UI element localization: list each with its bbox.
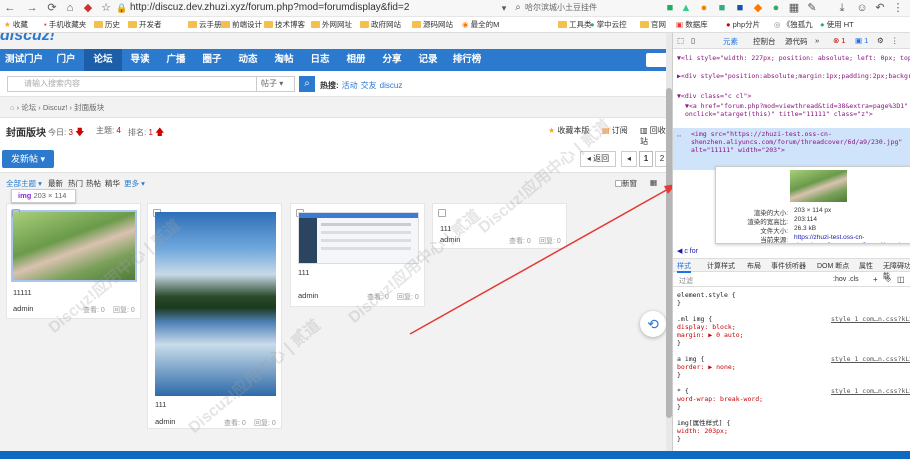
css-rule-text[interactable]: * {	[677, 387, 689, 395]
tab-layout[interactable]: 布局	[747, 261, 761, 271]
css-source-link[interactable]: style_1_com…n.css?kLS	[831, 355, 910, 363]
tab-computed[interactable]: 计算样式	[707, 261, 735, 271]
dom-line-selected[interactable]: <img src="https://zhuzi-test.oss-cn-shen…	[691, 130, 910, 154]
hover-value: 26.3 kB	[794, 225, 817, 232]
css-rule-line[interactable]: }	[677, 371, 681, 379]
css-rule-line[interactable]: width: 203px;	[677, 427, 728, 435]
css-rule-text[interactable]: a img {	[677, 355, 704, 363]
styles-tabs: 样式 计算样式 布局 事件侦听器 DOM 断点 属性 无障碍功能	[673, 258, 910, 280]
css-rule-text[interactable]: display: block;	[677, 323, 736, 331]
css-source-link[interactable]: style_1_com…n.css?kLS	[831, 315, 910, 323]
css-rule-text[interactable]: element.style {	[677, 291, 736, 299]
css-source-link[interactable]: style_1_com…n.css?kLS	[831, 387, 910, 395]
hover-value: 203 × 114 px	[794, 207, 832, 214]
error-count[interactable]: ⊗ 1	[833, 36, 846, 45]
css-rule-line[interactable]: element.style {	[677, 291, 736, 299]
css-rule-text[interactable]: border: ▶ none;	[677, 363, 736, 371]
css-rule-text[interactable]: width: 203px;	[677, 427, 728, 435]
more-tabs-icon[interactable]: »	[815, 36, 819, 45]
warning-count[interactable]: ▣ 1	[855, 36, 868, 45]
tab-elements[interactable]: 元素	[723, 36, 738, 47]
dom-line[interactable]: ▶<div style="position:absolute;margin:1p…	[677, 72, 910, 80]
css-rule-line[interactable]: margin: ▶ 0 auto;	[677, 331, 744, 339]
ellipsis-icon: ⋯	[677, 132, 682, 140]
css-rule-text[interactable]: }	[677, 403, 681, 411]
css-rule-text[interactable]: }	[677, 339, 681, 347]
css-rule-line[interactable]: }	[677, 435, 681, 443]
css-rule-text[interactable]: word-wrap: break-word;	[677, 395, 763, 403]
image-preview-popup: 渲染的大小: 203 × 114 px 渲染的宽高比: 203:114 文件大小…	[715, 166, 910, 244]
add-rule-icon[interactable]: +	[873, 275, 878, 284]
css-rule-text[interactable]: }	[677, 435, 681, 443]
css-rule-line[interactable]: img[属性样式] {	[677, 419, 730, 427]
css-rule-text[interactable]: }	[677, 299, 681, 307]
devtools-panel: ⬚ ▯ 元素 控制台 源代码 » ⊗ 1 ▣ 1 ⚙ ⋮ ▼<li style=…	[672, 33, 910, 459]
css-rule-line[interactable]: word-wrap: break-word;	[677, 395, 763, 403]
sidebar-icon[interactable]: ◫	[897, 275, 905, 284]
hover-source: https://zhuzi-test.oss-cn-shenzhen.aliyu…	[794, 234, 910, 243]
css-rule-text[interactable]: margin: ▶ 0 auto;	[677, 331, 744, 339]
tab-sources[interactable]: 源代码	[785, 36, 808, 47]
css-rule-text[interactable]: .ml img {	[677, 315, 712, 323]
css-rule-line[interactable]: }	[677, 339, 681, 347]
tab-console[interactable]: 控制台	[753, 36, 776, 47]
device-icon[interactable]: ▯	[691, 36, 695, 45]
css-rule-line[interactable]: border: ▶ none;	[677, 363, 736, 371]
devtools-tabs: ⬚ ▯ 元素 控制台 源代码 » ⊗ 1 ▣ 1 ⚙ ⋮	[673, 33, 910, 49]
css-rule-line[interactable]: * { style_1_com…n.css?kLS	[677, 387, 910, 395]
dom-path-bar[interactable]: ◀ c for	[677, 247, 698, 255]
css-rule-line[interactable]: display: block;	[677, 323, 736, 331]
css-rule-line[interactable]: a img { style_1_com…n.css?kLS	[677, 355, 910, 363]
tab-listeners[interactable]: 事件侦听器	[771, 261, 806, 271]
css-rule-text[interactable]: }	[677, 371, 681, 379]
hover-value: 203:114	[794, 216, 818, 223]
css-rule-text[interactable]: img[属性样式] {	[677, 419, 730, 427]
hov-cls-toggle[interactable]: :hov .cls	[833, 276, 859, 283]
kebab-icon[interactable]: ⋮	[891, 36, 899, 45]
styles-filter: 过滤 :hov .cls + ⟐ ◫	[673, 273, 910, 287]
tab-dom-breakpoints[interactable]: DOM 断点	[817, 261, 849, 271]
styles-filter-input[interactable]: 过滤	[679, 276, 693, 286]
dom-line[interactable]: ▼<div class="c cl">	[677, 92, 751, 100]
css-rule-line[interactable]: .ml img { style_1_com…n.css?kLS	[677, 315, 910, 323]
dom-line[interactable]: ▼<a href="forum.php?mod=viewthread&tid=3…	[685, 102, 910, 118]
dom-line[interactable]: ▼<li style="width: 227px; position: abso…	[677, 54, 910, 62]
taskbar	[0, 451, 910, 459]
toggle-icon[interactable]: ⟐	[885, 275, 891, 285]
css-rule-line[interactable]: }	[677, 299, 681, 307]
tab-properties[interactable]: 属性	[859, 261, 873, 271]
tab-styles[interactable]: 样式	[677, 261, 691, 273]
hover-label: 当前来源:	[760, 237, 788, 244]
css-rule-line[interactable]: }	[677, 403, 681, 411]
image-preview-thumbnail	[790, 170, 847, 202]
inspect-icon[interactable]: ⬚	[677, 36, 684, 45]
settings-icon[interactable]: ⚙	[877, 36, 884, 45]
